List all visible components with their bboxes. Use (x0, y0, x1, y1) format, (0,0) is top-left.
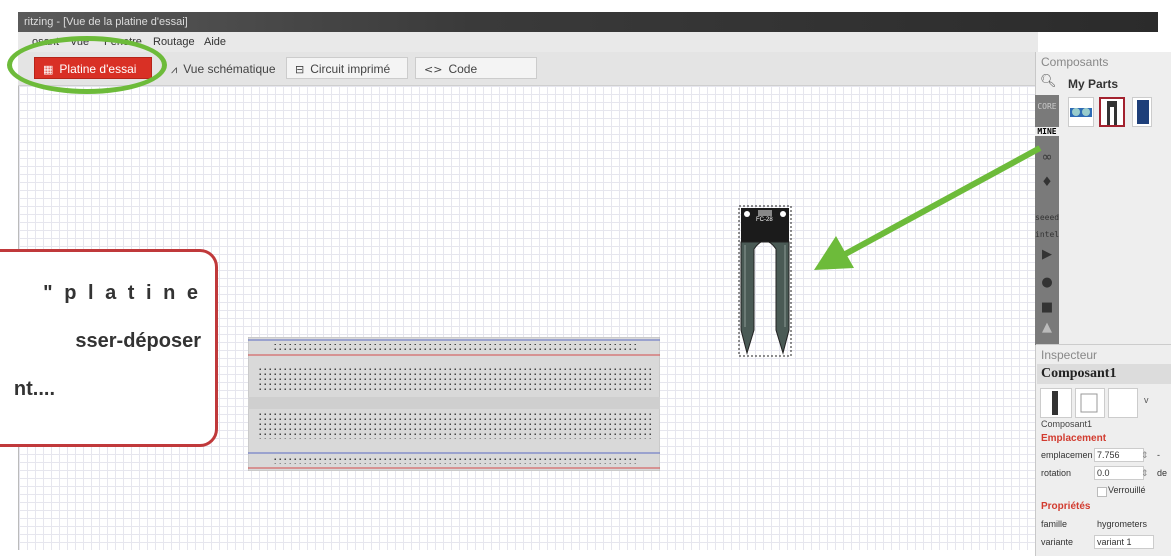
part-board[interactable] (1132, 97, 1152, 127)
variant-label: variante (1041, 537, 1074, 547)
rotation-row: rotation 0.0 ⇕ de (1037, 465, 1169, 482)
location-row: emplacemen 7.756 ⇕ - (1037, 447, 1169, 464)
view-tabs: ▦ Platine d'essai ⩘ Vue schématique ⊟ Circu… (18, 52, 1038, 86)
highlight-oval (7, 36, 167, 94)
family-row: famille hygrometers (1037, 516, 1169, 533)
soil-sensor-part[interactable] (738, 205, 792, 357)
tab-label: Vue schématique (183, 62, 276, 76)
tab-pcb[interactable]: ⊟ Circuit imprimé (286, 57, 408, 79)
spinner-icon[interactable]: ⇕ (1141, 450, 1149, 461)
callout-line-2: sser-déposer (75, 330, 201, 352)
chevron-right-icon[interactable]: v (1144, 395, 1149, 405)
panel-divider (1036, 344, 1171, 345)
breadboard[interactable] (248, 337, 660, 471)
menu-item-routage[interactable]: Routage (153, 36, 195, 48)
bin-title: My Parts (1068, 77, 1119, 91)
green-arrow (814, 145, 1042, 270)
spinner-icon[interactable]: ⇕ (1141, 468, 1149, 479)
section-location: Emplacement (1041, 433, 1107, 444)
tab-label: Circuit imprimé (310, 62, 391, 76)
location-unit: - (1157, 450, 1160, 460)
scroll-up-icon[interactable]: ▲ (1039, 320, 1055, 336)
inspector-title: Inspecteur (1041, 348, 1098, 362)
pack-icon[interactable]: ■ (1039, 300, 1055, 316)
code-icon: <> (424, 63, 443, 76)
schematic-preview (1075, 388, 1105, 418)
schematic-icon: ⩘ (171, 63, 178, 76)
search-icon[interactable]: 🔍︎ (1040, 74, 1057, 89)
variant-row: variante variant 1 (1037, 534, 1169, 551)
component-name: Composant1 (1041, 366, 1117, 381)
callout-line-3: nt.... (13, 378, 55, 400)
tab-code[interactable]: <> Code (415, 57, 537, 79)
family-label: famille (1041, 519, 1068, 529)
callout-line-1: " p l a t i n e (43, 282, 201, 304)
parts-panel-title: Composants (1041, 55, 1109, 69)
family-value: hygrometers (1097, 519, 1148, 529)
variant-select[interactable]: variant 1 (1094, 535, 1154, 549)
component-caption: Composant1 (1041, 419, 1093, 429)
part-soil-sensor[interactable] (1099, 97, 1125, 127)
rotation-input[interactable]: 0.0 (1094, 466, 1144, 480)
section-properties: Propriétés (1041, 501, 1091, 512)
bin-core[interactable]: CORE (1035, 102, 1059, 111)
part-ultrasonic[interactable] (1068, 97, 1094, 127)
window-title: ritzing - [Vue de la platine d'essai] (18, 12, 1158, 32)
rotation-label: rotation (1041, 468, 1072, 478)
pcb-preview (1108, 388, 1138, 418)
tab-label: Code (448, 62, 478, 76)
rotation-unit: de (1157, 468, 1168, 478)
bin-mine[interactable]: MINE (1035, 127, 1059, 136)
tab-schematic[interactable]: ⩘ Vue schématique (162, 57, 282, 79)
breadboard-preview (1040, 388, 1072, 418)
sensor-label: FC-28 (756, 217, 773, 223)
pcb-icon: ⊟ (295, 63, 305, 76)
menu-item-aide[interactable]: Aide (204, 36, 226, 48)
locked-checkbox[interactable] (1097, 487, 1107, 497)
menu-bar: osant Vue Fenetre Routage Aide (18, 32, 1038, 52)
locked-label: Verrouillé (1108, 485, 1146, 495)
instruction-callout: " p l a t i n e sser-déposer nt.... (0, 249, 218, 447)
location-label: emplacemen (1041, 450, 1093, 460)
location-input[interactable]: 7.756 (1094, 448, 1144, 462)
app-window: ritzing - [Vue de la platine d'essai] os… (0, 0, 1171, 556)
